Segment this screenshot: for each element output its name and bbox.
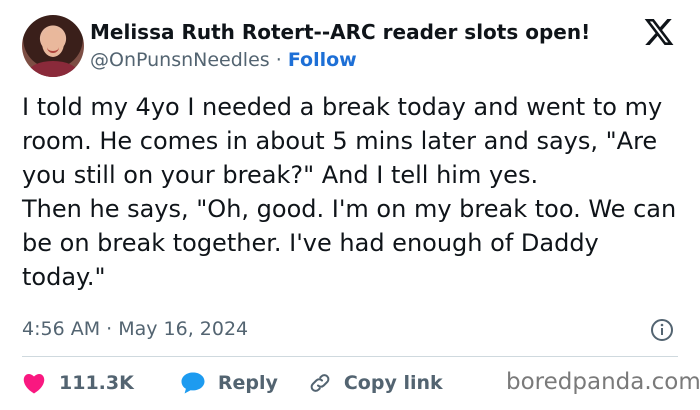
- avatar[interactable]: [22, 15, 84, 77]
- tweet-paragraph: I told my 4yo I needed a break today and…: [22, 93, 663, 189]
- copy-link-label: Copy link: [343, 372, 443, 394]
- action-bar: 111.3K Reply Copy link: [22, 370, 443, 396]
- copy-link-button[interactable]: Copy link: [308, 371, 443, 395]
- follow-button[interactable]: Follow: [288, 49, 357, 71]
- like-count: 111.3K: [59, 372, 134, 394]
- link-icon: [310, 374, 330, 392]
- author-name[interactable]: Melissa Ruth Rotert--ARC reader slots op…: [90, 20, 590, 44]
- tweet-paragraph: Then he says, "Oh, good. I'm on my break…: [22, 195, 677, 291]
- info-icon[interactable]: [650, 318, 674, 342]
- x-logo-icon[interactable]: [643, 16, 675, 48]
- handle-separator: ·: [275, 49, 282, 71]
- like-button[interactable]: 111.3K: [22, 372, 134, 394]
- reply-label: Reply: [217, 372, 278, 394]
- heart-icon: [23, 373, 45, 394]
- divider: [22, 356, 678, 357]
- reply-bubble-icon: [181, 372, 205, 394]
- author-handle-line: @OnPunsnNeedles · Follow: [90, 49, 357, 71]
- avatar-shirt: [28, 61, 78, 77]
- watermark: boredpanda.com: [506, 369, 700, 395]
- tweet-timestamp[interactable]: 4:56 AM · May 16, 2024: [22, 318, 248, 340]
- author-handle[interactable]: @OnPunsnNeedles: [90, 49, 270, 71]
- tweet-text: I told my 4yo I needed a break today and…: [22, 90, 682, 294]
- reply-button[interactable]: Reply: [180, 371, 278, 395]
